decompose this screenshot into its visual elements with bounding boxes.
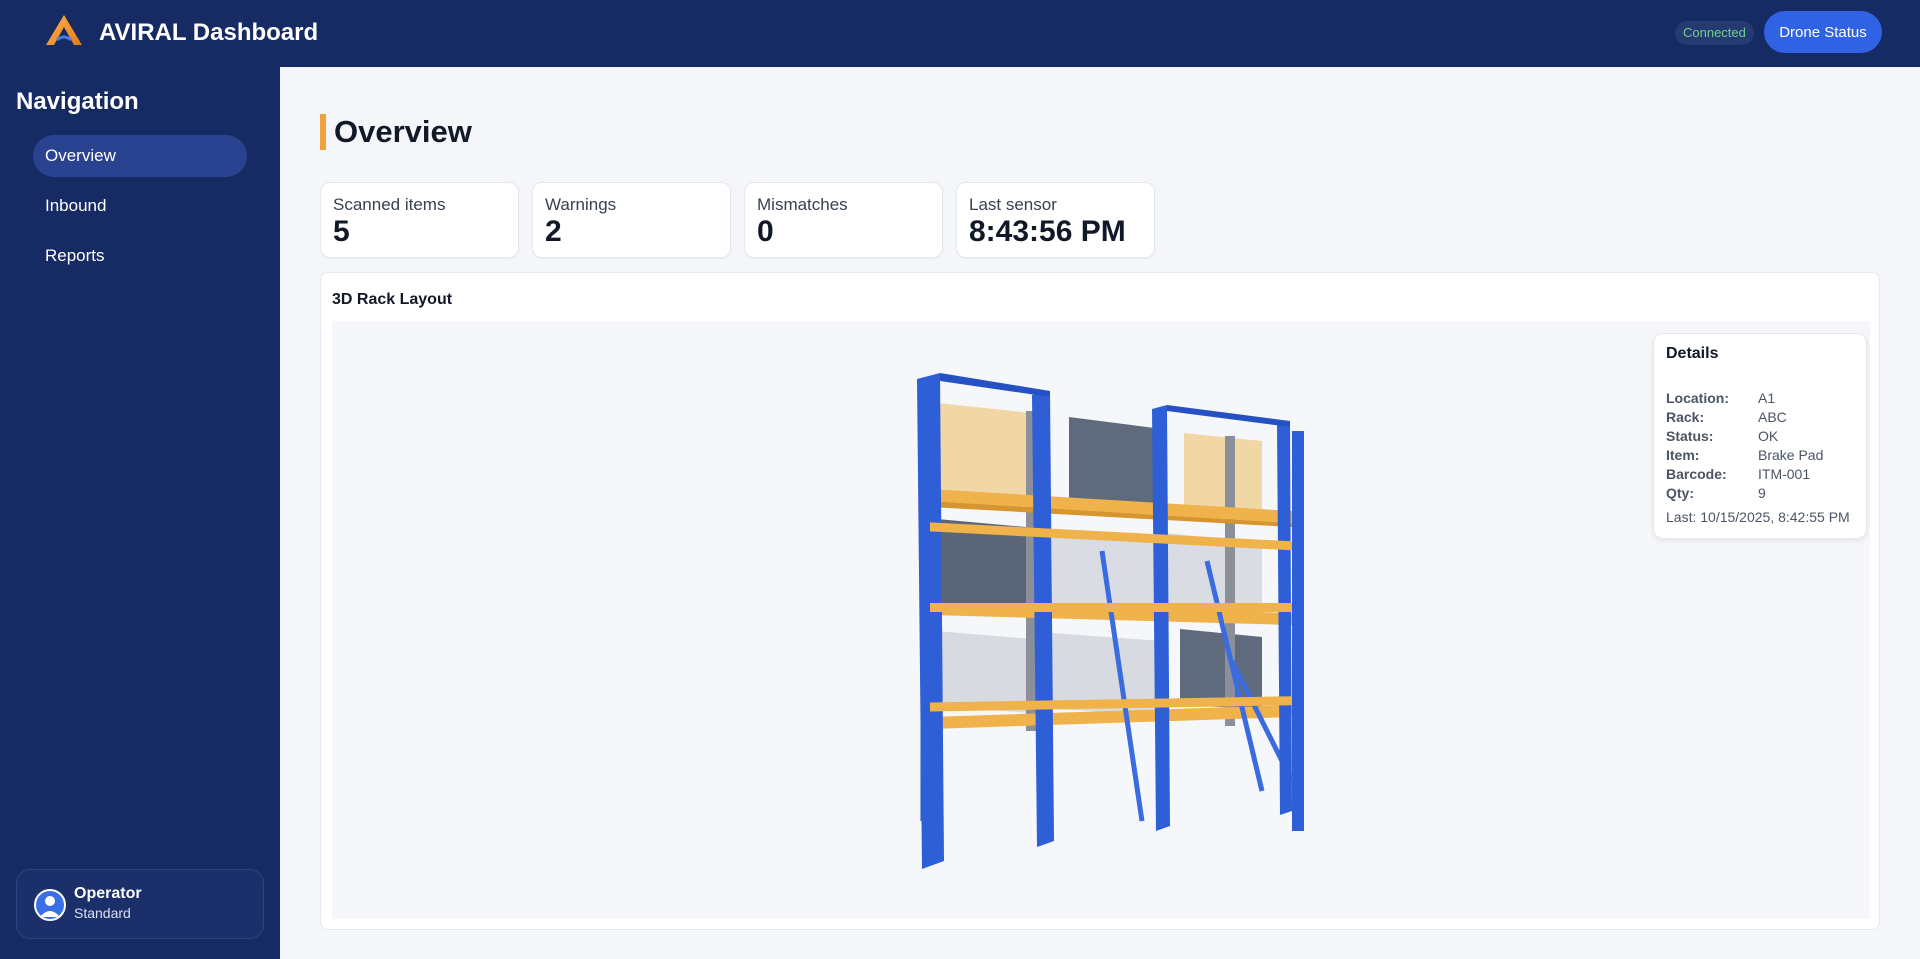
detail-key: Qty: — [1666, 485, 1694, 501]
user-card[interactable]: Operator Standard — [16, 869, 264, 939]
aviral-logo-icon — [46, 15, 82, 45]
sidebar: Navigation Overview Inbound Reports Oper… — [0, 67, 280, 959]
stat-value: 0 — [757, 215, 774, 248]
stat-value: 8:43:56 PM — [969, 215, 1126, 248]
top-bar: AVIRAL Dashboard Connected Drone Status — [0, 0, 1920, 67]
detail-key: Location: — [1666, 390, 1729, 406]
shelf-beam-front — [930, 603, 1292, 612]
storage-box[interactable] — [1184, 433, 1262, 517]
drone-status-button[interactable]: Drone Status — [1764, 11, 1882, 53]
detail-value: ABC — [1758, 409, 1787, 425]
stat-card-scanned: Scanned items 5 — [320, 182, 519, 258]
stat-label: Mismatches — [757, 195, 848, 214]
sidebar-item-reports[interactable]: Reports — [33, 235, 247, 277]
rack-3d-viewport[interactable]: Details Location: A1 Rack: ABC Status: O… — [332, 321, 1870, 919]
detail-value: 9 — [1758, 485, 1766, 501]
rack-upright — [1152, 405, 1170, 831]
detail-key: Item: — [1666, 447, 1700, 463]
rack-3d-render[interactable] — [332, 321, 1870, 919]
details-last-updated: Last: 10/15/2025, 8:42:55 PM — [1666, 509, 1850, 525]
details-panel: Details Location: A1 Rack: ABC Status: O… — [1653, 333, 1867, 539]
detail-value: Brake Pad — [1758, 447, 1824, 463]
stat-value: 5 — [333, 215, 350, 248]
stat-label: Warnings — [545, 195, 617, 214]
sidebar-item-inbound[interactable]: Inbound — [33, 185, 247, 227]
detail-key: Status: — [1666, 428, 1714, 444]
stat-label: Last sensor — [969, 195, 1057, 214]
rack-top-bar — [1167, 405, 1290, 427]
rack-layout-title: 3D Rack Layout — [332, 291, 453, 308]
stat-card-last-sensor: Last sensor 8:43:56 PM — [956, 182, 1155, 258]
stat-value: 2 — [545, 215, 562, 248]
storage-box[interactable] — [937, 631, 1032, 713]
navigation-title: Navigation — [16, 88, 139, 115]
detail-value: A1 — [1758, 390, 1776, 406]
sidebar-item-overview[interactable]: Overview — [33, 135, 247, 177]
rack-top-bar — [940, 373, 1050, 397]
page-title: Overview — [320, 114, 472, 150]
detail-value: OK — [1758, 428, 1779, 444]
detail-key: Barcode: — [1666, 466, 1727, 482]
stat-card-mismatches: Mismatches 0 — [744, 182, 943, 258]
storage-box[interactable] — [937, 403, 1032, 499]
storage-box[interactable] — [1069, 417, 1162, 511]
rack-layout-card: 3D Rack Layout Details Location: A1 Rack… — [320, 272, 1880, 930]
rack-upright — [1292, 431, 1304, 831]
user-role: Standard — [74, 905, 131, 921]
app-title: AVIRAL Dashboard — [99, 19, 319, 46]
detail-value: ITM-001 — [1758, 466, 1811, 482]
details-title: Details — [1666, 345, 1719, 362]
stat-card-warnings: Warnings 2 — [532, 182, 731, 258]
stat-label: Scanned items — [333, 195, 446, 214]
rack-upright — [1032, 391, 1054, 847]
user-name: Operator — [74, 885, 142, 902]
connection-status-badge: Connected — [1675, 21, 1754, 45]
detail-key: Rack: — [1666, 409, 1705, 425]
user-avatar-icon — [34, 889, 66, 921]
